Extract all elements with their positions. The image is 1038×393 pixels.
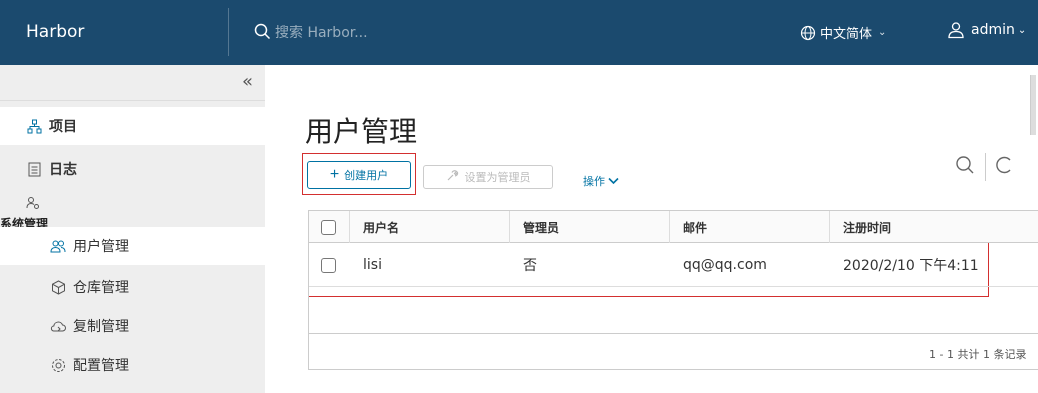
actions-label: 操作 <box>583 175 605 188</box>
actions-dropdown[interactable]: 操作 <box>583 173 619 189</box>
username-label: admin <box>971 22 1015 38</box>
plus-icon: + <box>329 166 340 183</box>
create-user-label: 创建用户 <box>344 170 389 182</box>
row-checkbox[interactable] <box>321 257 336 273</box>
admin-settings-icon <box>26 195 40 214</box>
cell-registered: 2020/2/10 下午4:11 <box>843 258 979 274</box>
project-icon <box>26 119 42 134</box>
sidebar-item-label: 日志 <box>49 162 77 178</box>
create-user-button[interactable]: + 创建用户 <box>307 161 411 189</box>
sidebar-item-label: 配置管理 <box>73 358 129 374</box>
users-icon <box>50 239 66 254</box>
brand-title[interactable]: Harbor <box>26 22 84 42</box>
collapse-sidebar-icon[interactable]: « <box>242 71 253 92</box>
chevron-down-icon <box>608 175 619 188</box>
column-header-username[interactable]: 用户名 <box>363 211 399 243</box>
set-admin-button[interactable]: 设置为管理员 <box>423 165 553 189</box>
top-navbar: Harbor 中文简体 ⌄ admin ⌄ <box>0 0 1038 65</box>
search-input[interactable] <box>275 25 475 41</box>
registry-icon <box>50 279 66 295</box>
chevron-down-icon: ⌄ <box>878 27 887 38</box>
header-divider <box>228 8 229 56</box>
table-header: 用户名 管理员 邮件 注册时间 <box>309 211 1038 243</box>
sidebar-item-label: 项目 <box>49 119 77 135</box>
row-select-cell <box>321 243 336 287</box>
cell-admin: 否 <box>523 258 537 274</box>
replication-icon <box>50 320 66 333</box>
table-tools <box>955 153 1012 181</box>
cell-email: qq@qq.com <box>683 257 767 273</box>
sidebar: « 项目 日志 系统管理 用户管理 仓库管理 复制管理 配置管理 <box>0 65 265 393</box>
column-separator <box>349 211 350 243</box>
column-header-registered[interactable]: 注册时间 <box>843 211 891 243</box>
table-row[interactable]: lisi 否 qq@qq.com 2020/2/10 下午4:11 <box>309 243 1038 287</box>
sidebar-item-logs[interactable]: 日志 <box>0 157 265 181</box>
language-switcher[interactable]: 中文简体 ⌄ <box>800 23 886 42</box>
chevron-down-icon: ⌄ <box>1017 24 1027 36</box>
wrench-icon <box>446 169 459 185</box>
search-icon <box>254 23 271 44</box>
cell-username: lisi <box>363 257 382 273</box>
column-separator <box>509 211 510 243</box>
sidebar-divider <box>0 100 265 101</box>
select-all-checkbox[interactable] <box>321 219 336 235</box>
sidebar-item-configuration[interactable]: 配置管理 <box>0 349 265 381</box>
refresh-icon[interactable] <box>996 155 1012 179</box>
tool-divider <box>985 153 986 181</box>
globe-icon <box>800 25 816 41</box>
sidebar-item-users[interactable]: 用户管理 <box>0 227 265 265</box>
set-admin-label: 设置为管理员 <box>464 172 531 184</box>
column-header-admin[interactable]: 管理员 <box>523 211 559 243</box>
config-icon <box>50 358 66 373</box>
user-icon <box>947 21 965 39</box>
global-search[interactable] <box>254 22 475 44</box>
table-footer: 1 - 1 共计 1 条记录 <box>309 333 1038 371</box>
main-content: 用户管理 + 创建用户 设置为管理员 操作 用户名 管理员 邮件 注册时间 li… <box>265 65 1038 393</box>
sidebar-item-replication[interactable]: 复制管理 <box>0 310 265 342</box>
column-header-email[interactable]: 邮件 <box>683 211 707 243</box>
user-menu[interactable]: admin ⌄ <box>947 21 1026 39</box>
column-separator <box>829 211 830 243</box>
pagination-summary: 1 - 1 共计 1 条记录 <box>929 348 1027 361</box>
sidebar-item-label: 用户管理 <box>73 239 129 255</box>
column-separator <box>669 211 670 243</box>
sidebar-item-label: 复制管理 <box>73 319 129 335</box>
page-title: 用户管理 <box>305 115 418 148</box>
select-all-cell <box>321 211 336 243</box>
scrollbar[interactable] <box>1030 75 1036 135</box>
sidebar-item-projects[interactable]: 项目 <box>0 107 265 145</box>
users-table: 用户名 管理员 邮件 注册时间 lisi 否 qq@qq.com 2020/2/… <box>308 210 1038 370</box>
search-icon[interactable] <box>955 155 975 179</box>
sidebar-item-registries[interactable]: 仓库管理 <box>0 271 265 303</box>
log-icon <box>26 162 42 177</box>
language-label: 中文简体 <box>820 27 873 42</box>
sidebar-item-label: 仓库管理 <box>73 280 129 296</box>
sidebar-group-label: 系统管理 <box>0 217 49 227</box>
